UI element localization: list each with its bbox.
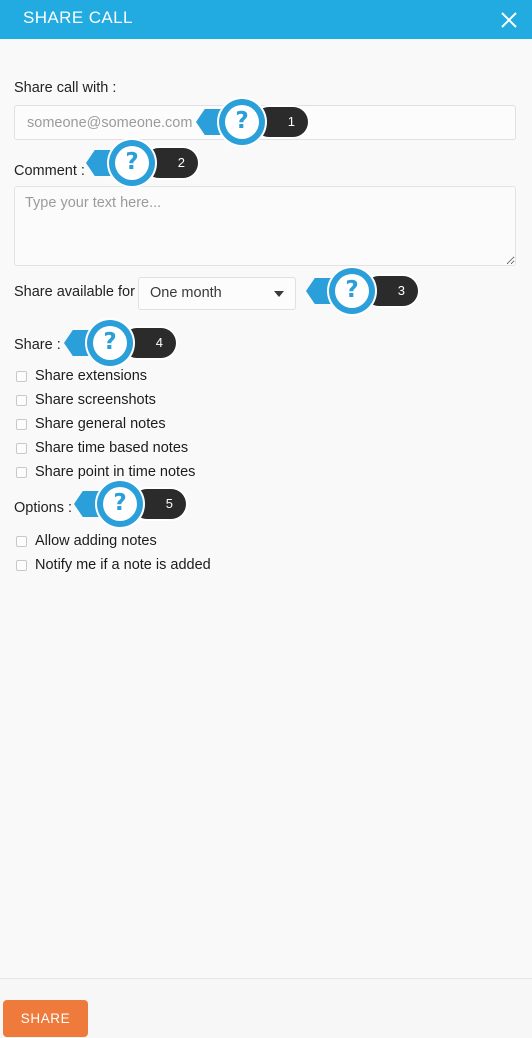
checkbox-share-point-in-time-notes[interactable] bbox=[16, 466, 27, 478]
checkbox-row-share-point-in-time-notes[interactable]: Share point in time notes bbox=[16, 462, 195, 482]
checkbox-row-share-screenshots[interactable]: Share screenshots bbox=[16, 390, 156, 410]
checkbox-share-time-based-notes[interactable] bbox=[16, 442, 27, 454]
checkbox-label: Share screenshots bbox=[35, 392, 156, 408]
checkbox-label: Share general notes bbox=[35, 416, 166, 432]
dialog-header: SHARE CALL bbox=[0, 0, 532, 39]
available-for-label: Share available for : bbox=[14, 284, 143, 300]
available-for-select[interactable]: One month bbox=[138, 277, 296, 310]
checkbox-label: Notify me if a note is added bbox=[35, 557, 211, 573]
checkbox-row-share-extensions[interactable]: Share extensions bbox=[16, 366, 147, 386]
dialog-body: Share call with : Comment : Share availa… bbox=[0, 39, 532, 978]
options-section-label: Options : bbox=[14, 500, 73, 516]
checkbox-label: Share extensions bbox=[35, 368, 148, 384]
checkbox-row-allow-adding-notes[interactable]: Allow adding notes bbox=[16, 531, 157, 551]
close-icon[interactable] bbox=[494, 5, 524, 35]
share-with-input[interactable] bbox=[14, 105, 516, 140]
checkbox-row-notify-me[interactable]: Notify me if a note is added bbox=[16, 555, 211, 575]
checkbox-label: Share time based notes bbox=[35, 440, 189, 456]
checkbox-share-general-notes[interactable] bbox=[16, 418, 27, 430]
checkbox-notify-me[interactable] bbox=[16, 559, 27, 571]
page-title: SHARE CALL bbox=[23, 8, 133, 27]
dialog-footer: SHARE bbox=[0, 978, 532, 1038]
share-section-label: Share : bbox=[14, 337, 61, 353]
comment-textarea[interactable] bbox=[14, 186, 516, 266]
checkbox-allow-adding-notes[interactable] bbox=[16, 535, 27, 547]
available-for-selected-value[interactable]: One month bbox=[138, 277, 296, 310]
checkbox-label: Allow adding notes bbox=[35, 533, 157, 549]
checkbox-row-share-general-notes[interactable]: Share general notes bbox=[16, 414, 166, 434]
share-button[interactable]: SHARE bbox=[3, 1000, 88, 1037]
checkbox-label: Share point in time notes bbox=[35, 464, 196, 480]
share-with-label: Share call with : bbox=[14, 80, 117, 96]
checkbox-share-screenshots[interactable] bbox=[16, 394, 27, 406]
comment-label: Comment : bbox=[14, 163, 85, 179]
checkbox-share-extensions[interactable] bbox=[16, 370, 27, 382]
checkbox-row-share-time-based-notes[interactable]: Share time based notes bbox=[16, 438, 188, 458]
